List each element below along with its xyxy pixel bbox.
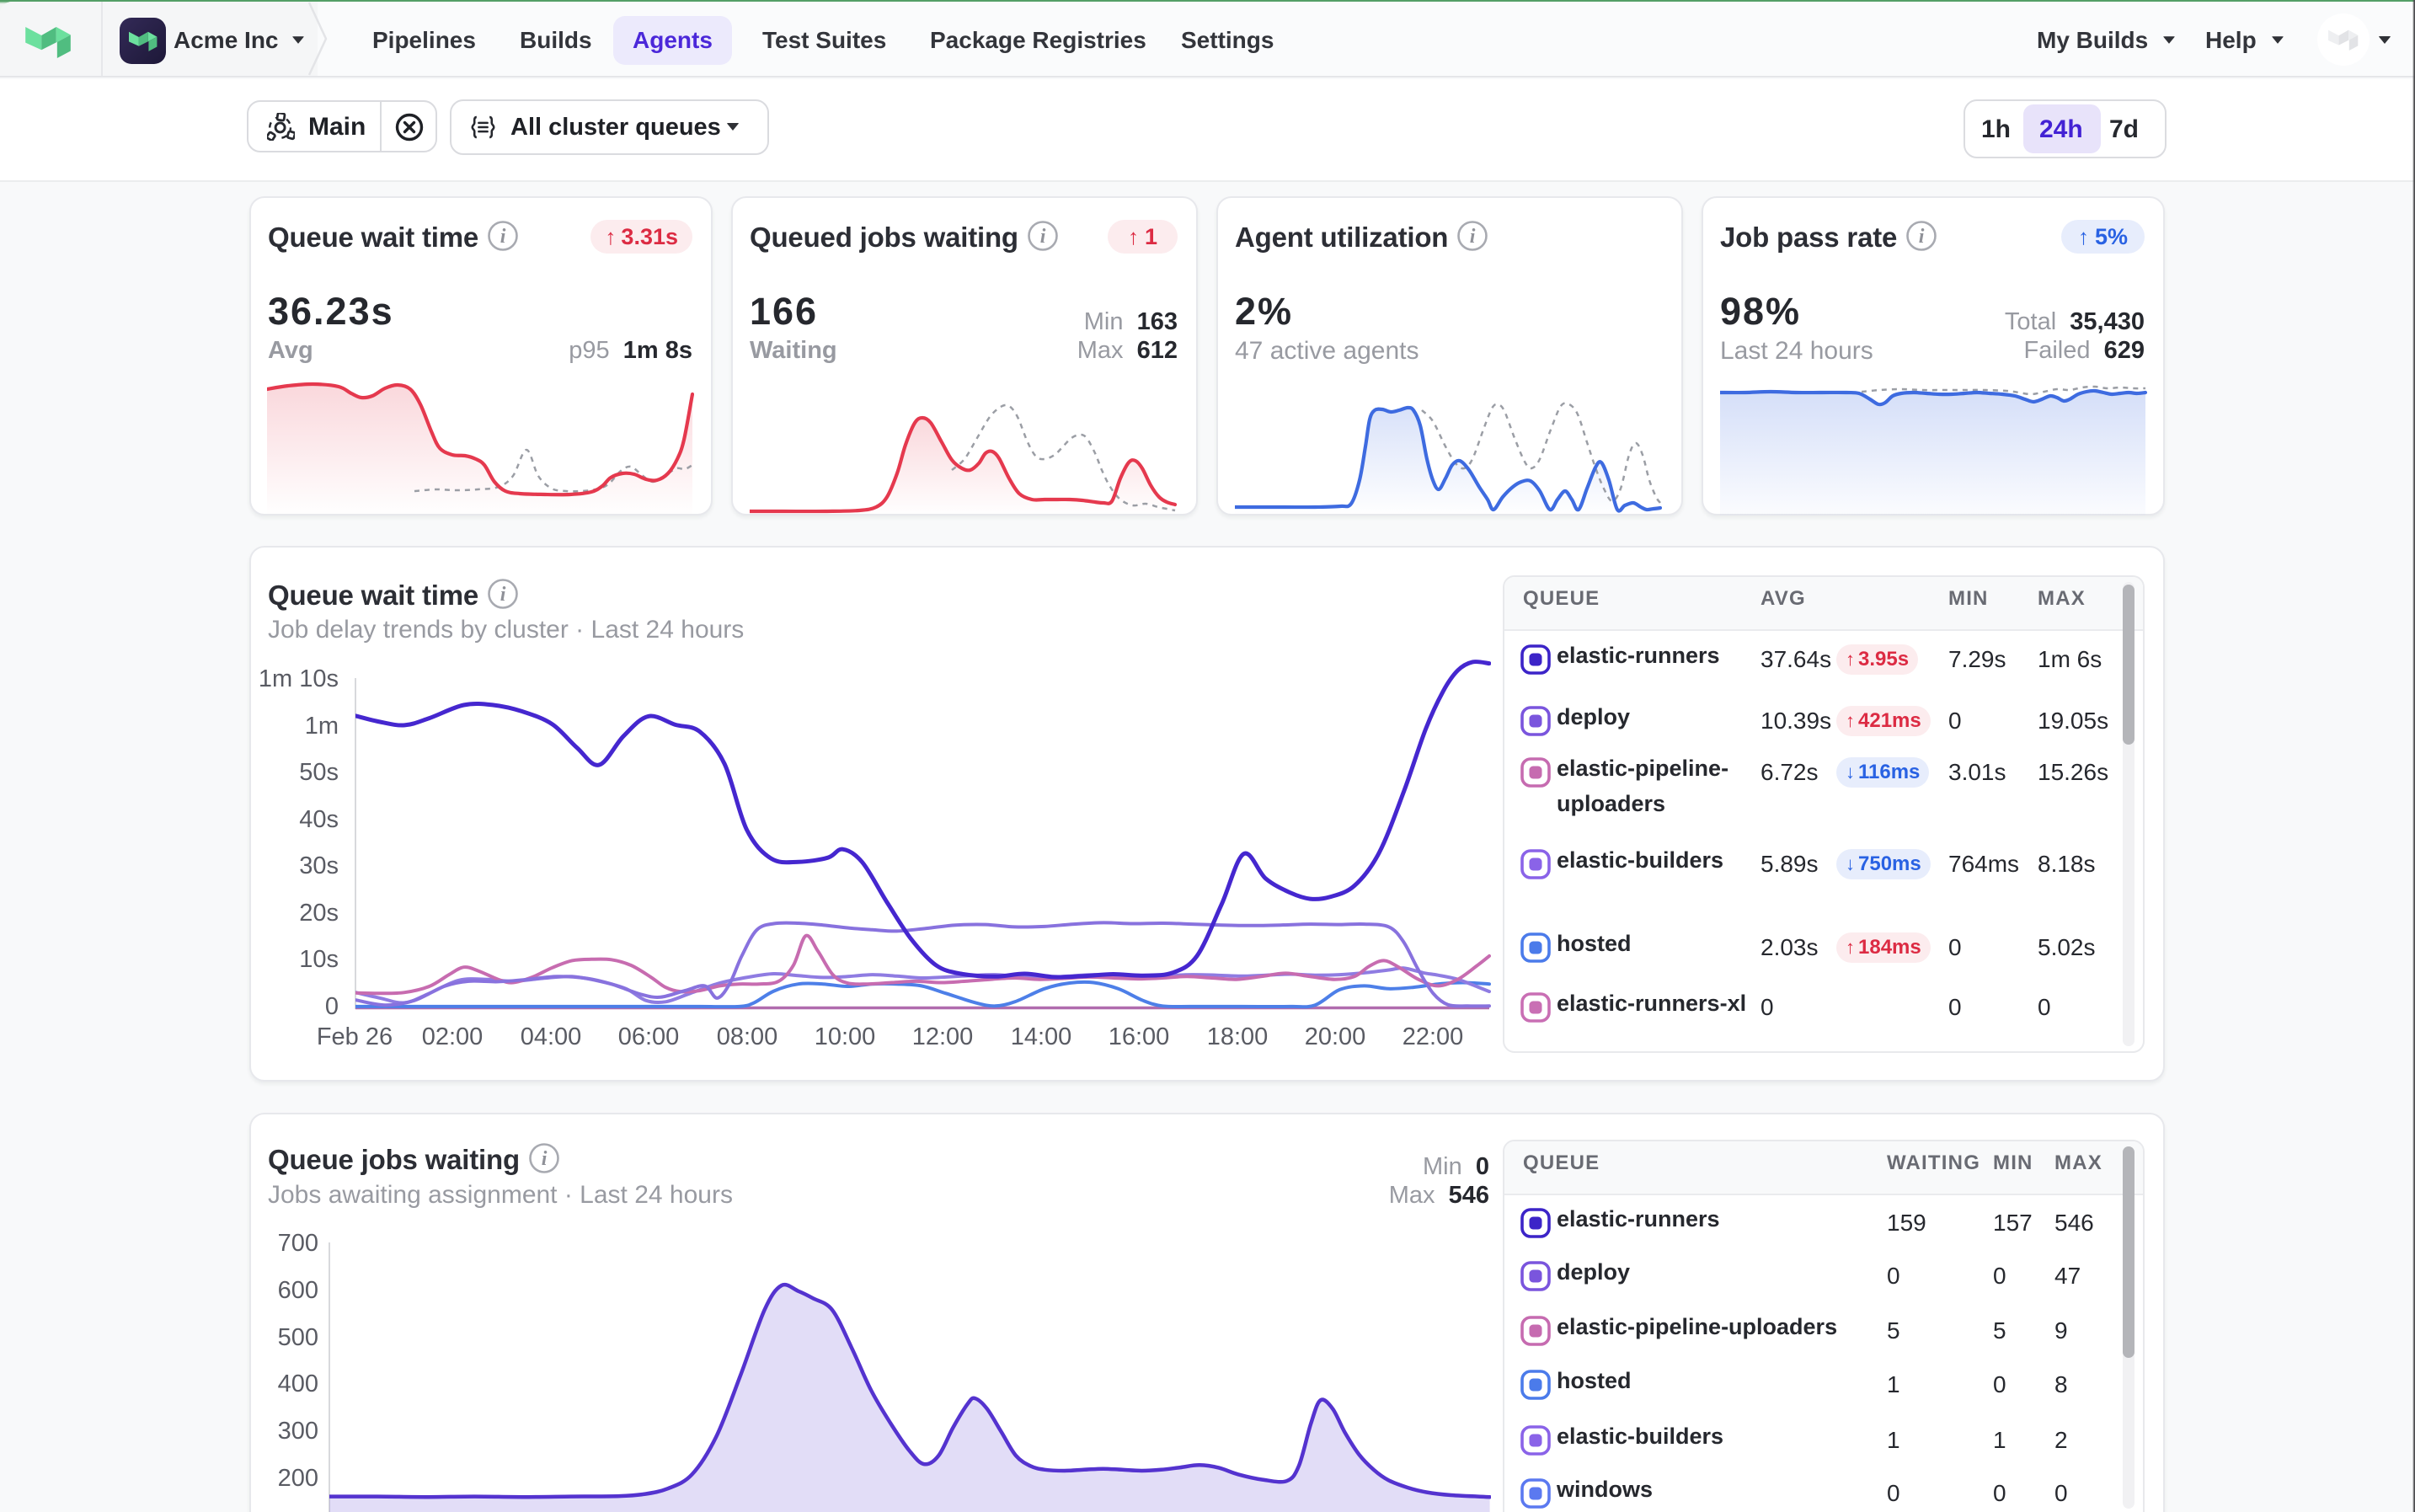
svg-text:i: i [1470, 226, 1476, 248]
svg-text:i: i [500, 584, 506, 606]
svg-text:i: i [500, 226, 506, 248]
svg-text:i: i [1919, 226, 1925, 248]
svg-text:i: i [542, 1148, 548, 1170]
svg-text:i: i [1040, 226, 1046, 248]
